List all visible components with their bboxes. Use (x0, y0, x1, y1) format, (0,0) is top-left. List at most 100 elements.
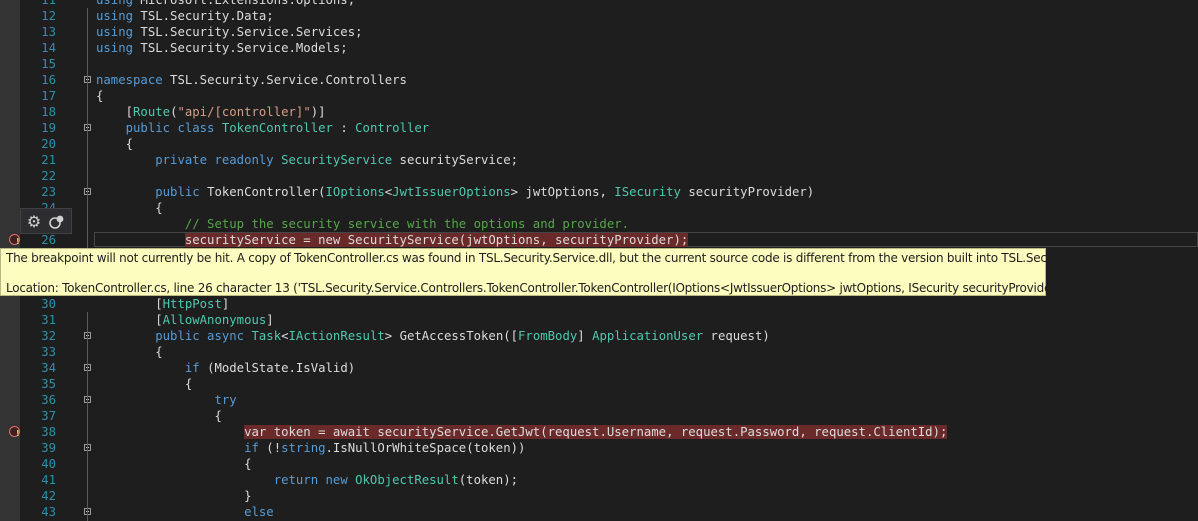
code-token: using (96, 41, 141, 55)
code-text: using TSL.Security.Service.Services; (96, 24, 363, 40)
code-line[interactable]: 26 securityService = new SecurityService… (0, 232, 1198, 248)
outline-guide (87, 8, 88, 248)
code-text: public class TokenController : Controlle… (96, 120, 430, 136)
code-text: { (96, 88, 103, 104)
code-line[interactable]: 17 { (0, 88, 1198, 104)
code-line[interactable]: 13 using TSL.Security.Service.Services; (0, 24, 1198, 40)
code-text: { (96, 376, 192, 392)
code-token: { (96, 89, 104, 103)
code-line[interactable]: 22 (0, 168, 1198, 184)
line-number: 43 (41, 505, 56, 519)
code-line[interactable]: 37 { (0, 408, 1198, 424)
line-number: 35 (41, 377, 56, 391)
code-line[interactable]: 33 { (0, 344, 1198, 360)
code-text: using TSL.Security.Data; (96, 8, 274, 24)
code-line[interactable]: 16 namespace TSL.Security.Service.Control… (0, 72, 1198, 88)
code-token: ] (577, 329, 593, 343)
code-line[interactable]: 42 } (0, 488, 1198, 504)
code-token: string (281, 441, 326, 455)
code-line[interactable]: 30 [HttpPost] (0, 296, 1198, 312)
code-token: request) (703, 329, 770, 343)
code-token: public (155, 185, 208, 199)
code-token: private readonly (155, 153, 282, 167)
code-token: { (96, 457, 252, 471)
code-text: if (!string.IsNullOrWhiteSpace(token)) (96, 440, 525, 456)
breakpoint-warning-icon[interactable] (9, 234, 20, 246)
code-token: ] (266, 313, 274, 327)
breakpoint-statement: var token = await securityService.GetJwt… (244, 425, 948, 439)
code-line[interactable]: 18 [Route("api/[controller]")] (0, 104, 1198, 120)
code-editor[interactable]: 11 using Microsoft.Extensions.Options; 12 u… (0, 0, 1198, 521)
code-token: using (96, 0, 141, 7)
line-number: 23 (41, 185, 56, 199)
code-line[interactable]: 31 [AllowAnonymous] (0, 312, 1198, 328)
code-token: { (96, 345, 163, 359)
code-line[interactable]: 23 public TokenController(IOptions<JwtIs… (0, 184, 1198, 200)
breakpoint-warning-icon[interactable] (9, 426, 20, 438)
line-number: 33 (41, 345, 56, 359)
code-token: if (244, 441, 267, 455)
code-line[interactable]: 35 { (0, 376, 1198, 392)
code-token: ] (221, 297, 230, 311)
code-token: { (96, 201, 163, 215)
code-text: if (ModelState.IsValid) (96, 360, 355, 376)
code-line[interactable]: 32 public async Task<IActionResult> GetA… (0, 328, 1198, 344)
code-text: [HttpPost] (96, 296, 229, 312)
code-line[interactable]: 12 using TSL.Security.Data; (0, 8, 1198, 24)
code-text: try (96, 392, 236, 408)
code-token: public async (155, 329, 252, 343)
code-token: [ (96, 105, 134, 119)
code-line[interactable]: 20 { (0, 136, 1198, 152)
line-number: 19 (41, 121, 56, 135)
code-token: HttpPost (162, 297, 222, 311)
code-token: } (96, 489, 252, 503)
breakpoint-toggle-icon[interactable] (47, 212, 67, 232)
code-line[interactable]: 43 else (0, 504, 1198, 520)
code-text: namespace TSL.Security.Service.Controlle… (96, 72, 407, 88)
code-text: { (96, 200, 163, 216)
code-line[interactable]: 36 try (0, 392, 1198, 408)
code-text: securityService = new SecurityService(jw… (96, 232, 689, 248)
line-number: 32 (41, 329, 56, 343)
code-token: TSL.Security.Data; (140, 9, 274, 23)
code-line[interactable]: 38 var token = await securityService.Get… (0, 424, 1198, 440)
gear-icon[interactable]: ⚙ (24, 212, 44, 232)
code-token: return new (273, 473, 356, 487)
line-number: 41 (41, 473, 56, 487)
breakpoint-actions-toolbar: ⚙ (20, 208, 72, 234)
line-number: 38 (41, 425, 56, 439)
code-line[interactable]: 19 public class TokenController : Contro… (0, 120, 1198, 136)
code-line[interactable]: 14 using TSL.Security.Service.Models; (0, 40, 1198, 56)
code-token: "api/[controller]" (177, 105, 311, 119)
code-token: < (281, 329, 289, 343)
code-line[interactable]: 24 { (0, 200, 1198, 216)
code-line[interactable]: 21 private readonly SecurityService secu… (0, 152, 1198, 168)
code-line[interactable]: 41 return new OkObjectResult(token); (0, 472, 1198, 488)
code-token: TokenController( (207, 185, 326, 199)
code-token: JwtIssuerOptions (392, 185, 511, 199)
code-text: else (96, 504, 274, 520)
code-token: // Setup the security service with the o… (184, 217, 630, 231)
line-number: 16 (41, 73, 56, 87)
code-line[interactable]: 34 if (ModelState.IsValid) (0, 360, 1198, 376)
code-token: Microsoft.Extensions.Options; (140, 0, 356, 7)
line-number: 22 (41, 169, 56, 183)
line-number: 31 (41, 313, 56, 327)
line-number: 15 (41, 57, 56, 71)
code-token: Controller (355, 121, 430, 135)
code-line[interactable]: 11 using Microsoft.Extensions.Options; (0, 0, 1198, 8)
code-line[interactable]: 25 // Setup the security service with th… (0, 216, 1198, 232)
code-token: { (96, 137, 134, 151)
line-number: 11 (41, 0, 56, 7)
code-text: [Route("api/[controller]")] (96, 104, 326, 120)
code-line[interactable]: 15 (0, 56, 1198, 72)
code-line[interactable]: 39 if (!string.IsNullOrWhiteSpace(token)… (0, 440, 1198, 456)
code-line[interactable]: 40 { (0, 456, 1198, 472)
code-token: IActionResult (288, 329, 385, 343)
code-text: { (96, 136, 133, 152)
line-number: 37 (41, 409, 56, 423)
